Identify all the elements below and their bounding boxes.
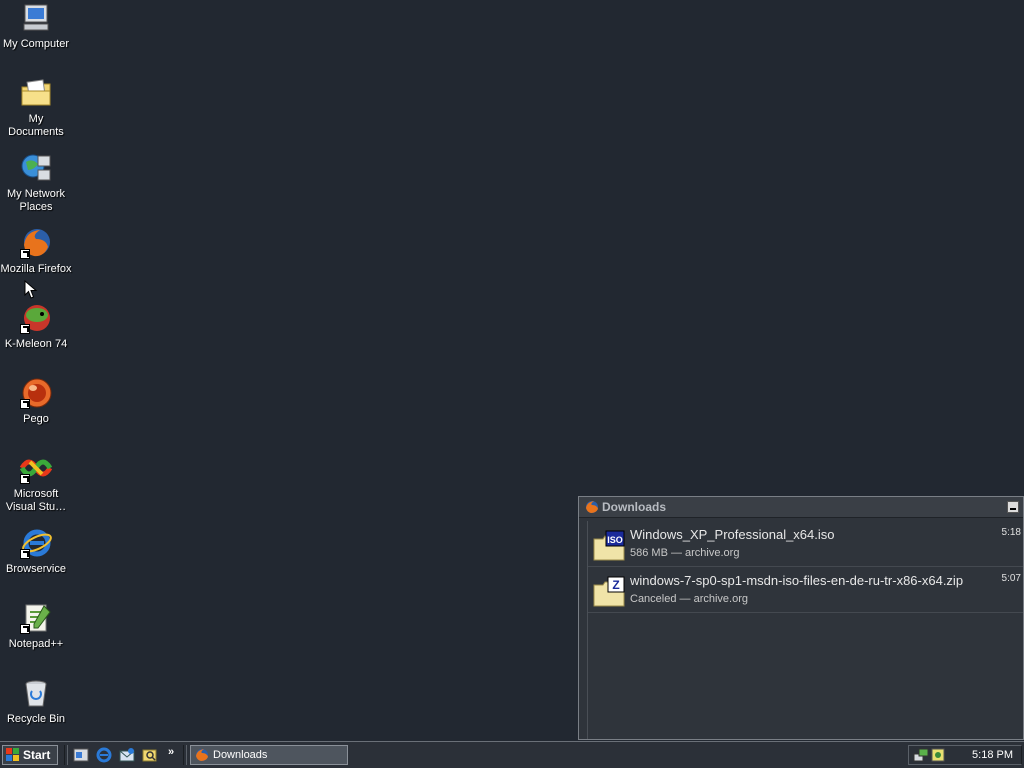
volume-icon[interactable] (931, 748, 947, 762)
shortcut-arrow-icon (20, 624, 30, 634)
desktop-icon-label: Recycle Bin (6, 713, 66, 725)
download-status: 586 MB — archive.org (630, 547, 740, 559)
download-item[interactable]: Z windows-7-sp0-sp1-msdn-iso-files-en-de… (588, 567, 1023, 613)
desktop-icon-label: My Network Places (6, 188, 66, 213)
quick-launch-more-icon[interactable]: » (168, 746, 174, 758)
desktop-icon-k-meleon[interactable]: K-Meleon 74 (0, 302, 72, 351)
clock[interactable]: 5:18 PM (972, 749, 1013, 761)
internet-explorer-icon[interactable] (95, 746, 113, 764)
download-item[interactable]: ISO Windows_XP_Professional_x64.iso 586 … (588, 521, 1023, 567)
desktop-icon-label: Microsoft Visual Stu… (5, 488, 67, 513)
recycle-bin-icon (20, 677, 52, 709)
desktop-icon-my-network-places[interactable]: My Network Places (0, 152, 72, 214)
taskbar-item-downloads[interactable]: Downloads (190, 745, 348, 765)
download-time: 5:07 (1001, 573, 1021, 584)
desktop-icon-label: Browservice (6, 563, 66, 575)
outlook-express-icon[interactable] (118, 746, 136, 764)
show-desktop-icon[interactable] (72, 746, 90, 764)
firefox-icon (196, 749, 208, 761)
firefox-icon (586, 501, 598, 513)
shortcut-arrow-icon (20, 549, 30, 559)
iso-file-icon: ISO (593, 530, 625, 561)
shortcut-arrow-icon (20, 474, 30, 484)
taskbar-separator (183, 745, 187, 765)
pego-icon (20, 377, 52, 409)
desktop-icon-recycle-bin[interactable]: Recycle Bin (0, 677, 72, 726)
window-title: Downloads (602, 500, 667, 514)
desktop-icon-label: Mozilla Firefox (0, 263, 72, 275)
desktop-icon-mozilla-firefox[interactable]: Mozilla Firefox (0, 227, 72, 276)
taskbar-item-label: Downloads (213, 749, 268, 761)
zip-file-icon: Z (593, 576, 625, 607)
computer-icon (20, 2, 52, 34)
download-time: 5:18 (1001, 527, 1021, 538)
system-tray: 5:18 PM (908, 745, 1022, 765)
start-button[interactable]: Start (2, 745, 58, 765)
desktop-icon-label: K-Meleon 74 (4, 338, 68, 350)
internet-explorer-icon (20, 527, 52, 559)
desktop-icon-label: Notepad++ (8, 638, 64, 650)
notepad-icon (20, 602, 52, 634)
desktop-icon-notepad-plus-plus[interactable]: Notepad++ (0, 602, 72, 651)
firefox-icon (20, 227, 52, 259)
desktop-icon-my-computer[interactable]: My Computer (0, 2, 72, 51)
file-type-badge: ISO (607, 535, 623, 545)
file-type-badge: Z (612, 578, 619, 592)
search-icon[interactable] (141, 746, 159, 764)
shortcut-arrow-icon (20, 249, 30, 259)
network-icon (20, 152, 52, 184)
mouse-cursor-icon (24, 280, 38, 299)
desktop-icon-label: My Documents (8, 113, 64, 138)
desktop-icon-my-documents[interactable]: My Documents (0, 77, 72, 139)
desktop-icon-label: Pego (23, 413, 49, 425)
downloads-titlebar[interactable]: Downloads (579, 497, 1023, 518)
download-filename[interactable]: windows-7-sp0-sp1-msdn-iso-files-en-de-r… (630, 573, 963, 588)
taskbar-separator (64, 745, 68, 765)
start-label: Start (23, 748, 51, 762)
shortcut-arrow-icon (20, 399, 30, 409)
downloads-list: ISO Windows_XP_Professional_x64.iso 586 … (587, 521, 1023, 739)
kmeleon-icon (20, 302, 52, 334)
desktop-icon-visual-studio[interactable]: Microsoft Visual Stu… (0, 452, 72, 514)
shortcut-arrow-icon (20, 324, 30, 334)
taskbar: Start » Downloads 5:18 PM (0, 741, 1024, 768)
download-filename[interactable]: Windows_XP_Professional_x64.iso (630, 527, 835, 542)
download-status: Canceled — archive.org (630, 593, 749, 605)
folder-icon (20, 77, 52, 109)
downloads-window[interactable]: Downloads ISO Windows_XP_Professional_x6… (578, 496, 1024, 740)
desktop-icon-browservice[interactable]: Browservice (0, 527, 72, 576)
windows-logo-icon (6, 748, 19, 761)
minimize-button[interactable] (1007, 501, 1019, 513)
desktop-icon-pego[interactable]: Pego (0, 377, 72, 426)
visual-studio-icon (19, 452, 53, 484)
desktop-icon-label: My Computer (2, 38, 70, 50)
network-connection-icon[interactable] (913, 748, 929, 762)
